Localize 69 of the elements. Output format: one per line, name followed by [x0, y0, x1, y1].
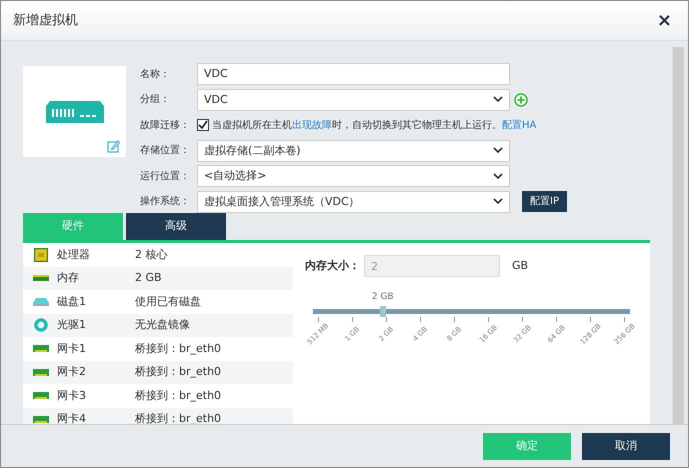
chevron-down-icon [493, 147, 503, 154]
failover-description: 当虚拟机所在主机出现故障时，自动切换到其它物理主机上运行。 [212, 118, 502, 133]
add-icon[interactable] [514, 92, 528, 107]
tick-mark [488, 317, 490, 322]
tab[interactable]: 高级 [126, 213, 226, 240]
hardware-row[interactable]: 网卡1 桥接到：br_eth0 [23, 337, 293, 360]
field-label: 存储位置： [140, 144, 191, 158]
cancel-button[interactable]: 取消 [582, 432, 670, 460]
memory-icon [33, 275, 49, 282]
field-label: 操作系统： [140, 194, 191, 210]
dropdown[interactable]: <自动选择> [197, 165, 510, 188]
hardware-row[interactable]: 处理器 2 核心 [23, 243, 293, 266]
name-field[interactable]: VDC [197, 63, 510, 86]
cpu-icon [34, 248, 48, 262]
field-label: 分组： [140, 93, 171, 108]
checkbox[interactable] [197, 119, 209, 132]
chevron-down-icon [493, 198, 503, 206]
slider-thumb[interactable] [380, 306, 386, 317]
hardware-value: 桥接到：br_eth0 [135, 388, 222, 404]
dropdown[interactable]: 虚拟桌面接入管理系统（VDC） [197, 190, 510, 213]
hardware-name: 网卡3 [57, 388, 87, 404]
tick-mark [420, 317, 421, 322]
disc-icon [34, 318, 48, 332]
network-card-icon [33, 392, 49, 400]
chevron-down-icon [493, 96, 503, 104]
hardware-value: 使用已有磁盘 [135, 294, 201, 310]
hardware-row[interactable]: 磁盘1 使用已有磁盘 [23, 290, 293, 314]
field-label: 故障迁移： [140, 118, 191, 133]
close-button[interactable]: × [652, 12, 676, 30]
hardware-name: 网卡1 [57, 340, 87, 356]
tick-mark [522, 317, 524, 322]
hardware-value: 无光盘镜像 [135, 317, 190, 333]
network-card-icon [33, 345, 49, 352]
hardware-value: 2 GB [135, 270, 162, 286]
hardware-name: 网卡2 [57, 364, 87, 380]
edit-icon[interactable] [107, 140, 120, 153]
network-card-icon [33, 368, 49, 376]
hardware-name: 内存 [57, 270, 80, 286]
server-icon [46, 100, 104, 122]
network-card-icon [33, 416, 49, 423]
chevron-down-icon [493, 172, 503, 180]
hardware-value: 2 核心 [135, 246, 168, 262]
dropdown[interactable]: 虚拟存储(二副本卷) [197, 140, 510, 162]
field-label: 名称： [140, 68, 171, 82]
unit-label: GB [512, 258, 528, 274]
hardware-row[interactable]: 内存 2 GB [23, 266, 293, 290]
hardware-value: 桥接到：br_eth0 [135, 340, 222, 357]
hardware-row[interactable]: 网卡2 桥接到：br_eth0 [23, 360, 293, 384]
hardware-name: 处理器 [57, 246, 91, 262]
tick-mark [624, 317, 626, 322]
hardware-name: 网卡4 [57, 411, 87, 424]
dropdown[interactable]: VDC [197, 88, 510, 111]
tick-mark [556, 317, 558, 322]
tick-mark [386, 317, 387, 322]
tick-mark [590, 317, 592, 322]
tick-mark [352, 317, 353, 322]
field-label: 运行位置： [140, 170, 191, 184]
scrollbar[interactable] [672, 47, 684, 424]
hardware-value: 桥接到：br_eth0 [135, 364, 222, 380]
tick-mark [454, 317, 455, 322]
dialog-title: 新增虚拟机 [13, 12, 78, 30]
hardware-row[interactable]: 网卡3 桥接到：br_eth0 [23, 384, 293, 408]
memory-size-field[interactable]: 2 [364, 255, 500, 277]
hardware-name: 磁盘1 [57, 294, 87, 310]
slider-value: 2 GB [372, 291, 394, 304]
hardware-name: 光驱1 [57, 317, 87, 333]
memory-size-label: 内存大小： [305, 258, 360, 274]
configure-ip-button[interactable]: 配置IP [522, 191, 567, 212]
hardware-row[interactable]: 光驱1 无光盘镜像 [23, 314, 293, 337]
